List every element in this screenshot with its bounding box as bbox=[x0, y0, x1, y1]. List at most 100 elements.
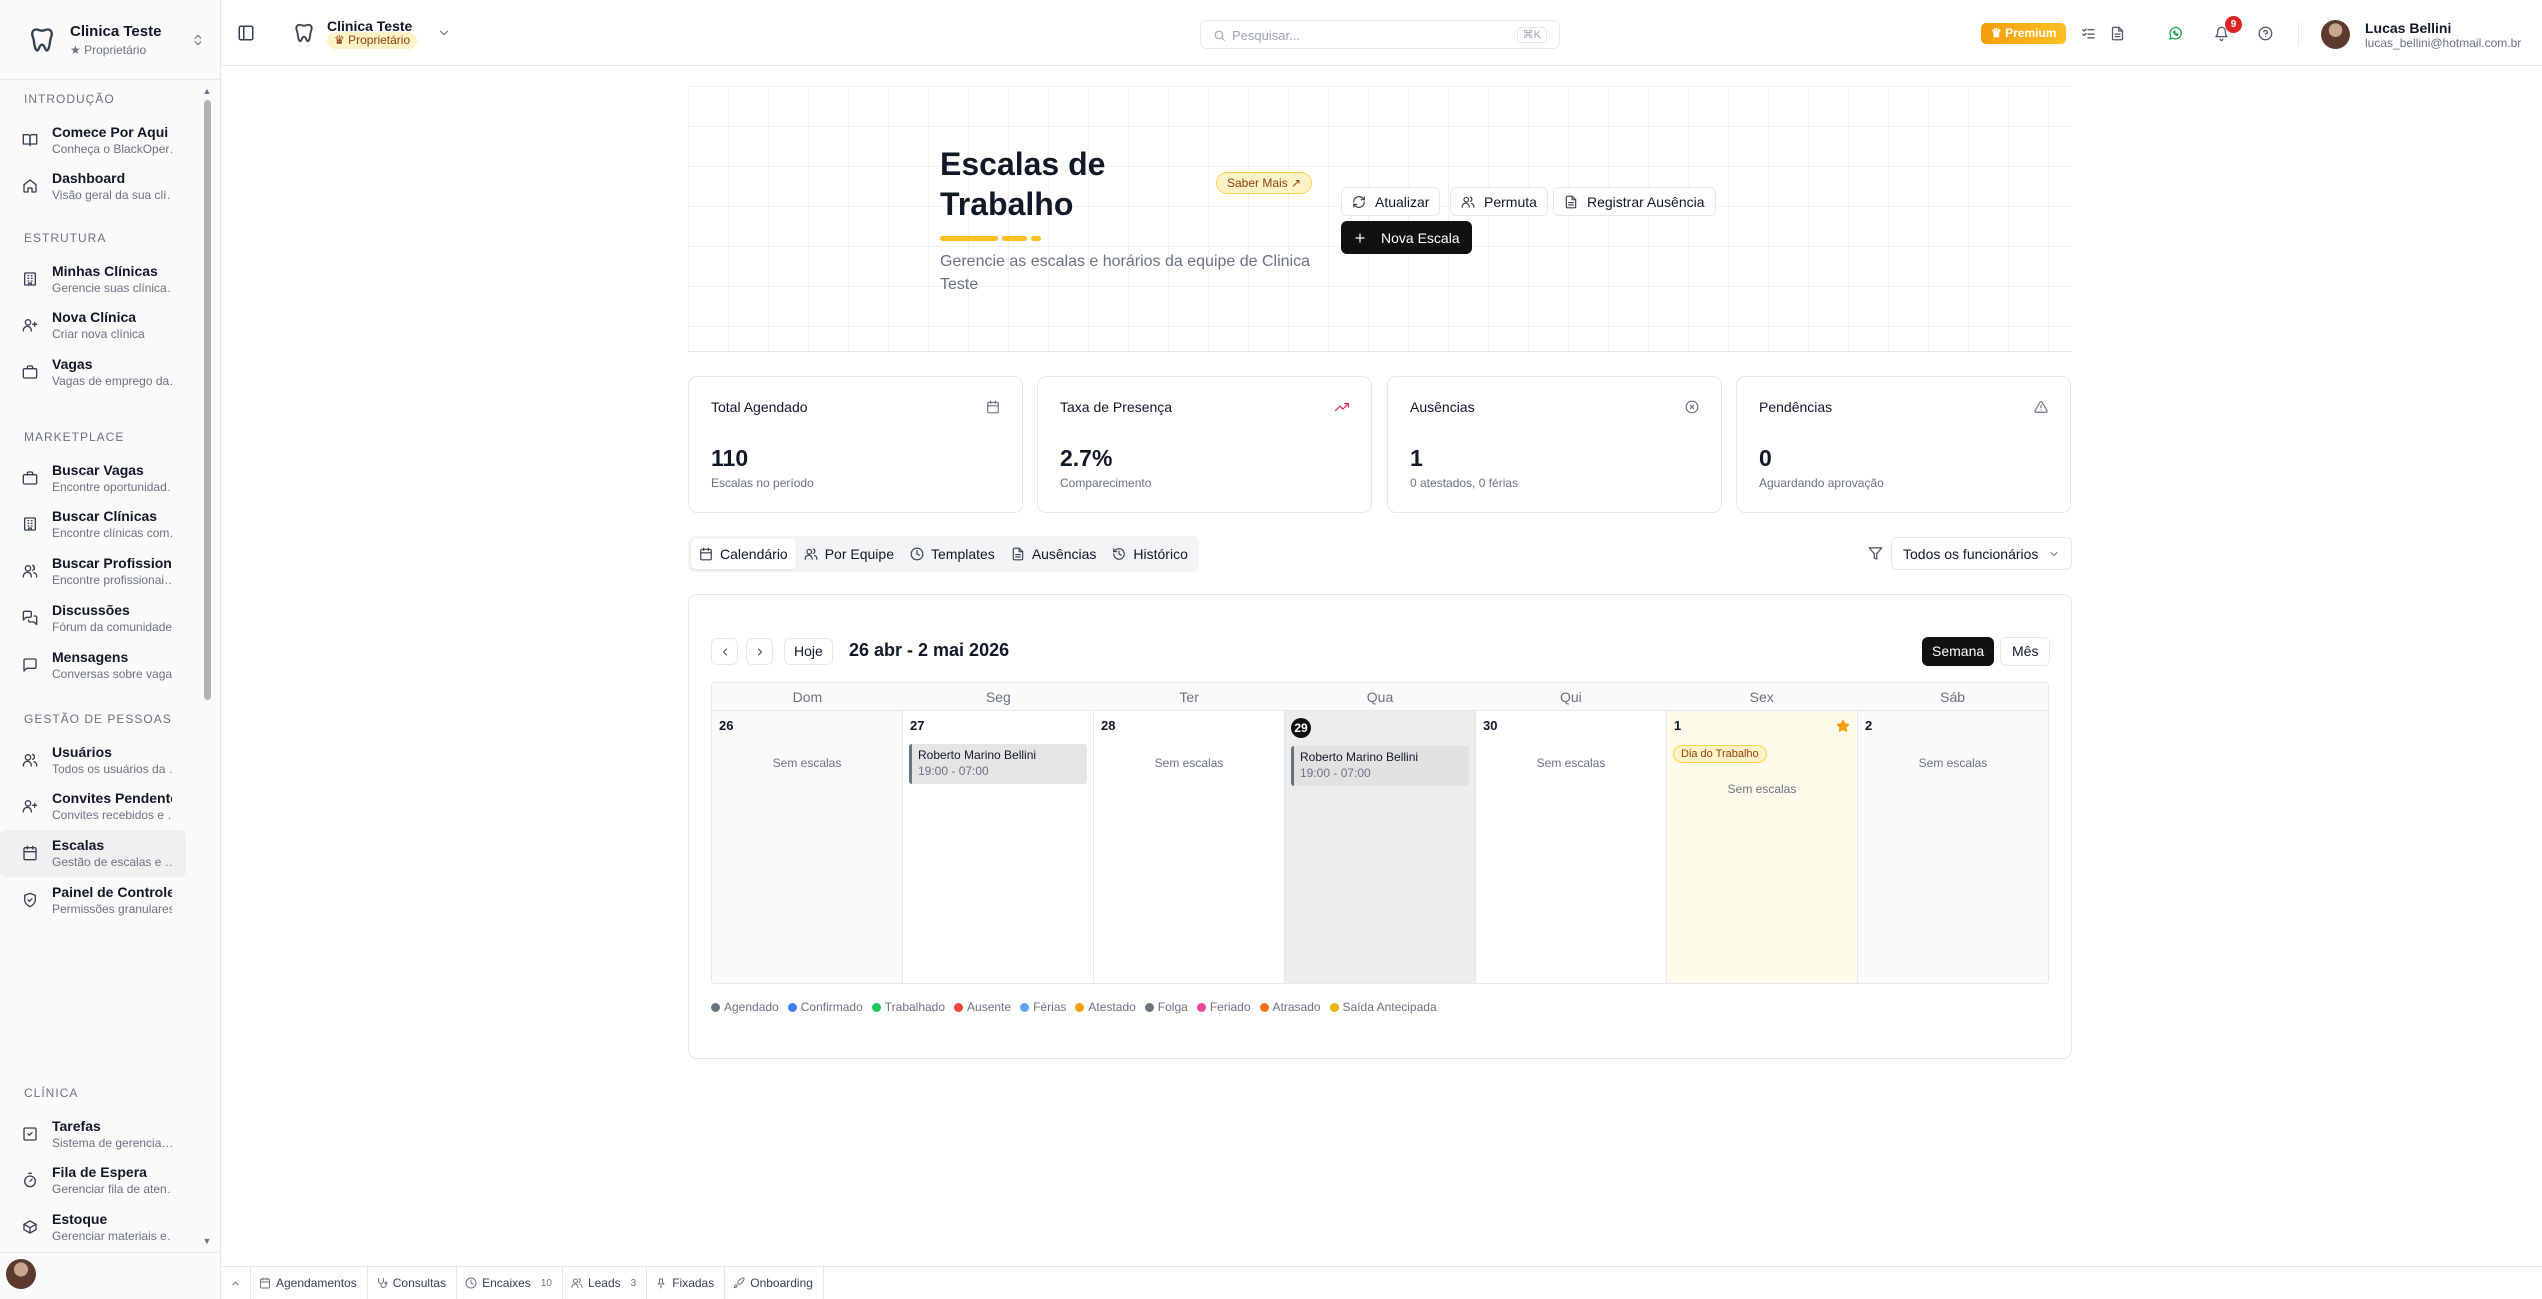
sidebar-item-escalas[interactable]: EscalasGestão de escalas e horários bbox=[0, 829, 186, 877]
sidebar-item-text: Mensagens Conversas sobre vagas bbox=[52, 649, 172, 681]
sidebar-item-comece-por-aqui[interactable]: Comece Por Aqui Conheça o BlackOperon bbox=[0, 116, 186, 163]
calendar-day[interactable]: 26 Sem escalas bbox=[712, 711, 903, 983]
tab-historico[interactable]: Histórico bbox=[1104, 539, 1195, 569]
calendar-day[interactable]: 30 Sem escalas bbox=[1476, 711, 1667, 983]
sidebar-item-buscar-clinicas[interactable]: Buscar ClínicasEncontre clínicas com vag… bbox=[0, 501, 186, 548]
sidebar-item-subtitle: Encontre oportunidades de trabalho bbox=[52, 479, 172, 494]
employee-filter-select[interactable]: Todos os funcionários bbox=[1891, 537, 2072, 570]
month-view-button[interactable]: Mês bbox=[2000, 637, 2051, 666]
file-icon[interactable] bbox=[2110, 26, 2125, 41]
sidebar-item-nova-clinica[interactable]: Nova Clínica Criar nova clínica bbox=[0, 302, 186, 349]
previous-week-button[interactable] bbox=[711, 638, 738, 665]
sidebar-toggle-icon[interactable] bbox=[237, 24, 255, 42]
sidebar-scrollbar[interactable]: ▲ ▼ bbox=[202, 80, 212, 1252]
tab-label: Calendário bbox=[720, 546, 788, 562]
sidebar-item-buscar-profissionais[interactable]: Buscar ProfissionaisEncontre profissiona… bbox=[0, 548, 186, 595]
weekday-label: Qua bbox=[1366, 689, 1394, 705]
bottom-item-fixadas[interactable]: Fixadas bbox=[647, 1266, 726, 1299]
help-icon[interactable] bbox=[2258, 26, 2273, 41]
sidebar-item-estoque[interactable]: EstoqueGerenciar materiais e insumos bbox=[0, 1204, 186, 1251]
bottom-bar-toggle[interactable] bbox=[221, 1266, 251, 1299]
calendar-icon bbox=[259, 1277, 271, 1289]
bottom-item-agendamentos[interactable]: Agendamentos bbox=[251, 1266, 368, 1299]
whatsapp-icon[interactable] bbox=[2168, 26, 2183, 41]
legend-item-ausente: Ausente bbox=[954, 1000, 1011, 1014]
scroll-down-arrow[interactable]: ▼ bbox=[202, 1236, 212, 1246]
user-name[interactable]: Lucas Bellini bbox=[2365, 20, 2451, 36]
calendar-day[interactable]: 29 Roberto Marino Bellini 19:00 - 07:00 bbox=[1285, 711, 1476, 983]
bottom-item-label: Fixadas bbox=[672, 1276, 715, 1290]
tab-ausencias[interactable]: Ausências bbox=[1003, 539, 1105, 569]
legend-dot bbox=[1020, 1002, 1030, 1012]
page-subtitle: Gerencie as escalas e horários da equipe… bbox=[940, 253, 1310, 293]
sidebar-item-text: Minhas ClínicasGerencie suas clínicas e … bbox=[52, 263, 172, 295]
sidebar-item-text: Painel de Controle Permissões granulares bbox=[52, 884, 172, 916]
legend-dot bbox=[1196, 1002, 1206, 1012]
sidebar-item-buscar-vagas[interactable]: Buscar VagasEncontre oportunidades de tr… bbox=[0, 454, 186, 501]
checklist-icon[interactable] bbox=[2081, 26, 2096, 41]
week-view-button[interactable]: Semana bbox=[1922, 637, 1995, 666]
sidebar-item-subtitle: Fórum da comunidade bbox=[52, 619, 172, 634]
new-schedule-button[interactable]: Nova Escala bbox=[1341, 221, 1472, 254]
premium-badge[interactable]: ♛ Premium bbox=[1981, 23, 2067, 44]
register-absence-button[interactable]: Registrar Ausência bbox=[1553, 187, 1716, 216]
legend-label: Atrasado bbox=[1272, 1000, 1321, 1014]
search-box[interactable]: ⌘K bbox=[1200, 20, 1560, 49]
calendar-icon bbox=[22, 845, 38, 861]
sidebar-item-subtitle: Gestão de escalas e horários bbox=[52, 855, 172, 870]
shift-entry[interactable]: Roberto Marino Bellini 19:00 - 07:00 bbox=[1291, 746, 1469, 786]
home-icon bbox=[22, 178, 38, 194]
calendar-day[interactable]: 1 Dia do Trabalho Sem escalas bbox=[1667, 711, 1858, 983]
stat-card-taxa-de-presenca: Taxa de Presença 2.7% Comparecimento bbox=[1037, 376, 1372, 513]
today-button[interactable]: Hoje bbox=[784, 638, 833, 665]
stat-title: Ausências bbox=[1410, 399, 1475, 415]
file-icon bbox=[1564, 195, 1578, 209]
sidebar-item-usuarios[interactable]: UsuáriosTodos os usuários da clínica bbox=[0, 736, 186, 783]
calendar-day[interactable]: 28 Sem escalas bbox=[1094, 711, 1285, 983]
bottom-item-count: 10 bbox=[540, 1277, 552, 1289]
user-avatar[interactable] bbox=[2321, 20, 2350, 49]
chevron-down-icon[interactable] bbox=[437, 26, 451, 40]
calendar-day[interactable]: 2 Sem escalas bbox=[1858, 711, 2048, 983]
clinic-switcher[interactable]: Clinica Teste ★ Proprietário bbox=[0, 0, 221, 80]
chevrons-up-down-icon[interactable] bbox=[191, 31, 205, 49]
sidebar-item-convites-pendentes[interactable]: Convites PendentesConvites recebidos e e… bbox=[0, 783, 186, 830]
sidebar-section-title: Gestão de Pessoas bbox=[24, 712, 172, 726]
search-input[interactable] bbox=[1232, 26, 1512, 44]
building-icon bbox=[22, 516, 38, 532]
shift-entry[interactable]: Roberto Marino Bellini 19:00 - 07:00 bbox=[909, 744, 1087, 784]
bottom-item-count: 3 bbox=[630, 1277, 637, 1289]
next-week-button[interactable] bbox=[746, 638, 773, 665]
bottom-item-encaixes[interactable]: Encaixes 10 bbox=[457, 1266, 563, 1299]
refresh-button[interactable]: Atualizar bbox=[1341, 187, 1441, 216]
bottom-item-consultas[interactable]: Consultas bbox=[368, 1266, 458, 1299]
scroll-up-arrow[interactable]: ▲ bbox=[202, 86, 212, 96]
sidebar-item-fila-de-espera[interactable]: Fila de EsperaGerenciar fila de atendime… bbox=[0, 1157, 186, 1204]
sidebar-section-title: Introdução bbox=[24, 92, 115, 106]
bottom-item-onboarding[interactable]: Onboarding bbox=[725, 1266, 824, 1299]
scrollbar-thumb[interactable] bbox=[204, 100, 211, 700]
avatar[interactable] bbox=[6, 1259, 36, 1289]
sidebar-item-subtitle: Conheça o BlackOperon bbox=[52, 141, 172, 156]
shift-employee-name: Roberto Marino Bellini bbox=[1300, 750, 1419, 764]
swap-button[interactable]: Permuta bbox=[1450, 187, 1548, 216]
saber-mais-button[interactable]: Saber Mais ↗ bbox=[1216, 172, 1313, 194]
day-number: 27 bbox=[910, 718, 925, 733]
tab-por-equipe[interactable]: Por Equipe bbox=[796, 539, 902, 569]
sidebar-item-minhas-clinicas[interactable]: Minhas ClínicasGerencie suas clínicas e … bbox=[0, 255, 186, 302]
clinic-name: Clinica Teste bbox=[70, 22, 162, 40]
sidebar-item-dashboard[interactable]: DashboardVisão geral da sua clínica bbox=[0, 163, 186, 210]
sidebar-item-mensagens[interactable]: Mensagens Conversas sobre vagas bbox=[0, 641, 186, 688]
package-icon bbox=[22, 1219, 38, 1235]
sidebar-item-text: Nova Clínica Criar nova clínica bbox=[52, 309, 172, 341]
calendar-day[interactable]: 27 Roberto Marino Bellini 19:00 - 07:00 bbox=[903, 711, 1094, 983]
sidebar-item-tarefas[interactable]: TarefasSistema de gerenciamento bbox=[0, 1110, 186, 1157]
sidebar-item-painel-de-controle[interactable]: Painel de Controle Permissões granulares bbox=[0, 876, 186, 923]
bottom-item-leads[interactable]: Leads 3 bbox=[563, 1266, 648, 1299]
sidebar-item-label: Fila de Espera bbox=[52, 1164, 147, 1181]
tab-calendario[interactable]: Calendário bbox=[691, 539, 796, 569]
weekday-label: Sáb bbox=[1940, 689, 1966, 705]
tab-templates[interactable]: Templates bbox=[902, 539, 1003, 569]
sidebar-item-vagas[interactable]: VagasVagas de emprego da clínica bbox=[0, 349, 186, 396]
sidebar-item-discussoes[interactable]: Discussões Fórum da comunidade bbox=[0, 594, 186, 641]
